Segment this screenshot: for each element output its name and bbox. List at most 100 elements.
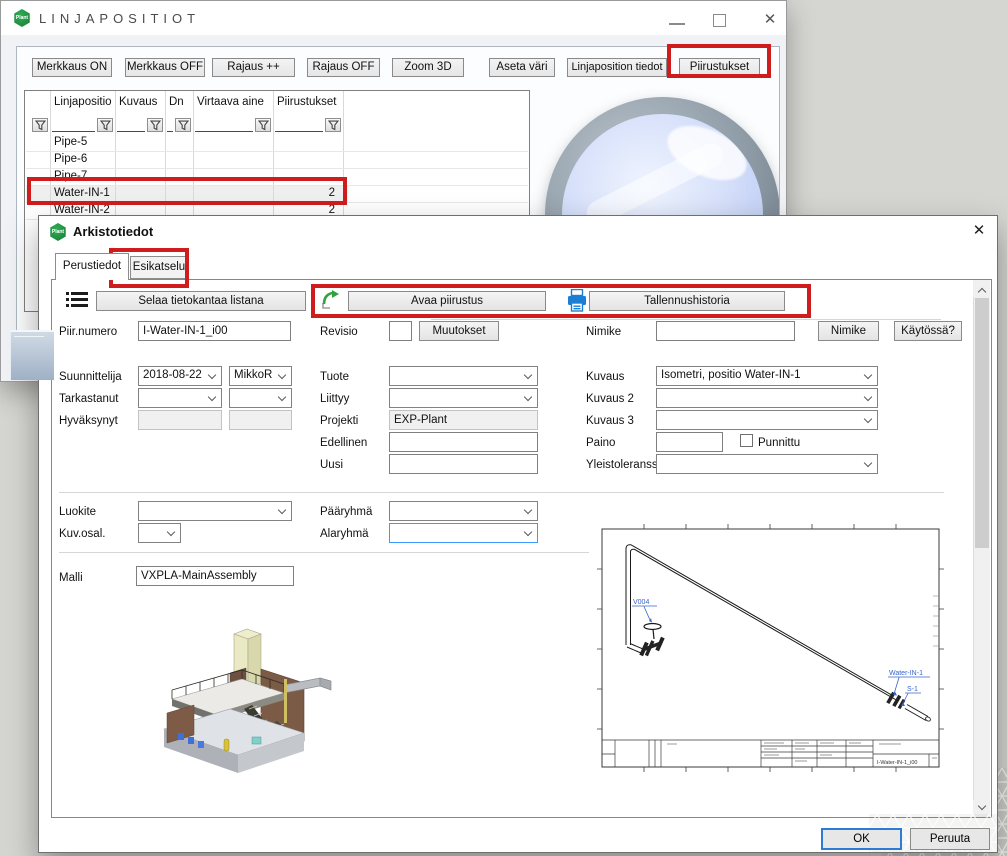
- arkistotiedot-dialog: Plant Arkistotiedot ✕ Perustiedot Esikat…: [38, 215, 998, 853]
- plant-logo-icon: Plant: [49, 223, 67, 241]
- field-label-liittyy: Liittyy: [320, 392, 349, 406]
- field-label-piir-numero: Piir.numero: [59, 325, 117, 339]
- merkkaus-off-button[interactable]: Merkkaus OFF: [125, 58, 205, 77]
- peruuta-button[interactable]: Peruuta: [910, 828, 990, 850]
- tallennushistoria-button[interactable]: Tallennushistoria: [589, 291, 785, 311]
- kuvaus2-combo[interactable]: [656, 388, 878, 408]
- luokite-combo[interactable]: [138, 501, 292, 521]
- ok-button[interactable]: OK: [821, 828, 902, 850]
- hyvaksynyt-date-field: [138, 410, 222, 430]
- table-row-selected[interactable]: Water-IN-1: [54, 187, 110, 199]
- filter-funnel-button[interactable]: [97, 118, 113, 132]
- list-view-icon[interactable]: [66, 291, 88, 310]
- filter-cell: [165, 117, 193, 134]
- filter-funnel-button[interactable]: [32, 118, 48, 132]
- field-label-projekti: Projekti: [320, 414, 358, 428]
- column-header[interactable]: Piirustukset: [277, 96, 336, 108]
- printer-icon[interactable]: [567, 289, 587, 312]
- table-row[interactable]: Pipe-7: [54, 170, 87, 182]
- window-title: LINJAPOSITIOT: [39, 11, 200, 26]
- merkkaus-on-button[interactable]: Merkkaus ON: [32, 58, 112, 77]
- suunnittelija-date-combo[interactable]: 2018-08-22: [138, 366, 222, 386]
- field-label-luokite: Luokite: [59, 505, 96, 519]
- checkbox-label-punnittu: Punnittu: [758, 436, 800, 450]
- field-label-alaryhma: Alaryhmä: [320, 527, 369, 541]
- tab-esikatselu[interactable]: Esikatselu: [130, 256, 188, 279]
- selaa-tietokantaa-button[interactable]: Selaa tietokantaa listana: [96, 291, 306, 311]
- zoom-3d-button[interactable]: Zoom 3D: [392, 58, 464, 77]
- liittyy-combo[interactable]: [389, 388, 538, 408]
- malli-input[interactable]: VXPLA-MainAssembly: [136, 566, 294, 586]
- field-label-suunnittelija: Suunnittelija: [59, 370, 122, 384]
- tarkastanut-user-combo[interactable]: [229, 388, 292, 408]
- uusi-input[interactable]: [389, 454, 538, 474]
- scroll-down-button[interactable]: [973, 800, 990, 817]
- yleistoleranssi-combo[interactable]: [656, 454, 878, 474]
- filter-funnel-button[interactable]: [175, 118, 191, 132]
- muutokset-button[interactable]: Muutokset: [419, 321, 499, 341]
- piirustukset-button[interactable]: Piirustukset: [679, 58, 760, 77]
- filter-cell: [193, 117, 273, 134]
- minimize-button[interactable]: [669, 23, 685, 25]
- close-icon[interactable]: ✕: [759, 9, 781, 31]
- drawing-label-valve: V004: [633, 599, 649, 606]
- nimike-button[interactable]: Nimike: [818, 321, 879, 341]
- paaryhma-combo[interactable]: [389, 501, 538, 521]
- alaryhma-combo-focused[interactable]: [389, 523, 538, 543]
- tab-perustiedot[interactable]: Perustiedot: [55, 253, 129, 280]
- revisio-input[interactable]: [389, 321, 412, 341]
- filter-funnel-button[interactable]: [255, 118, 271, 132]
- field-label-yleistoleranssi: Yleistoleranssi: [586, 458, 660, 472]
- nimike-input[interactable]: [656, 321, 795, 341]
- kuvaus3-combo[interactable]: [656, 410, 878, 430]
- isometric-drawing: I-Water-IN-1_i00 V004: [589, 504, 958, 802]
- kuvaus-combo[interactable]: Isometri, positio Water-IN-1: [656, 366, 878, 386]
- filter-funnel-button[interactable]: [147, 118, 163, 132]
- drawing-label-support: S-1: [907, 686, 918, 693]
- column-header[interactable]: Kuvaus: [119, 96, 157, 108]
- field-label-revisio: Revisio: [320, 325, 358, 339]
- tarkastanut-date-combo[interactable]: [138, 388, 222, 408]
- model-3d-preview: [134, 621, 378, 791]
- row-drawing-count: 2: [273, 187, 335, 199]
- kaytossa-button[interactable]: Käytössä?: [894, 321, 962, 341]
- open-drawing-icon[interactable]: [320, 290, 340, 311]
- desktop: Plant LINJAPOSITIOT ✕ Merkkaus ON Merkka…: [0, 0, 1007, 856]
- column-header[interactable]: Linjapositio: [54, 96, 112, 108]
- window-corner-artifact: [10, 330, 54, 380]
- plant-3d-thumbnail: [134, 621, 378, 791]
- scrollbar-thumb[interactable]: [975, 298, 989, 548]
- field-label-uusi: Uusi: [320, 458, 343, 472]
- field-label-kuvaus2: Kuvaus 2: [586, 392, 634, 406]
- piir-numero-input[interactable]: I-Water-IN-1_i00: [138, 321, 291, 341]
- filter-cell: [115, 117, 165, 134]
- maximize-button[interactable]: [713, 14, 726, 27]
- rajaus-plus-button[interactable]: Rajaus ++: [212, 58, 295, 77]
- kuv-osal-combo[interactable]: [138, 523, 181, 543]
- field-label-kuvaus3: Kuvaus 3: [586, 414, 634, 428]
- punnittu-checkbox[interactable]: [740, 434, 753, 447]
- field-label-edellinen: Edellinen: [320, 436, 367, 450]
- table-row[interactable]: Pipe-6: [54, 153, 87, 165]
- column-header[interactable]: Virtaava aine: [197, 96, 264, 108]
- isometric-drawing-preview: I-Water-IN-1_i00 V004: [589, 504, 958, 802]
- field-label-hyvaksynyt: Hyväksynyt: [59, 414, 118, 428]
- rajaus-off-button[interactable]: Rajaus OFF: [307, 58, 380, 77]
- scroll-up-button[interactable]: [973, 280, 990, 297]
- avaa-piirustus-button[interactable]: Avaa piirustus: [348, 291, 546, 311]
- aseta-vari-button[interactable]: Aseta väri: [489, 58, 555, 77]
- linjapositiot-titlebar[interactable]: Plant LINJAPOSITIOT ✕: [1, 1, 786, 35]
- edellinen-input[interactable]: [389, 432, 538, 452]
- field-label-kuv-osal: Kuv.osal.: [59, 527, 105, 541]
- tuote-combo[interactable]: [389, 366, 538, 386]
- field-label-malli: Malli: [59, 571, 83, 585]
- field-label-paino: Paino: [586, 436, 615, 450]
- filter-funnel-button[interactable]: [325, 118, 341, 132]
- close-icon[interactable]: ✕: [967, 221, 991, 241]
- paino-input[interactable]: [656, 432, 723, 452]
- column-header[interactable]: Dn: [169, 96, 184, 108]
- linjaposition-tiedot-button[interactable]: Linjaposition tiedot: [567, 58, 667, 77]
- field-label-tuote: Tuote: [320, 370, 349, 384]
- suunnittelija-user-combo[interactable]: MikkoR: [229, 366, 292, 386]
- table-row[interactable]: Pipe-5: [54, 136, 87, 148]
